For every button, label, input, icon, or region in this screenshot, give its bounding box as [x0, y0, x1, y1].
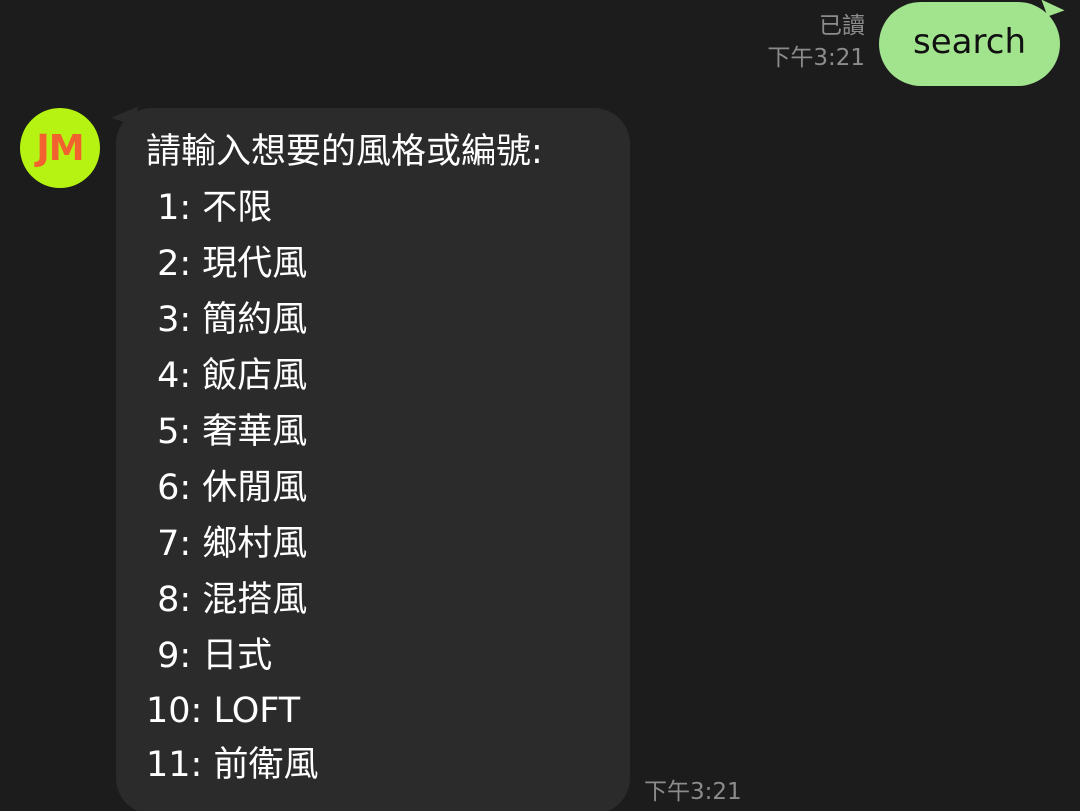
message-line-option: 10: LOFT	[146, 691, 301, 731]
chat-screen: 已讀 下午3:21 search JM 請輸入想要的風格或編號: 1: 不限 2…	[0, 0, 1080, 811]
message-line-option: 7: 鄉村風	[146, 524, 308, 564]
avatar-initials: JM	[36, 127, 84, 169]
incoming-timestamp: 下午3:21	[644, 779, 742, 805]
outgoing-message-meta: 已讀 下午3:21	[767, 10, 865, 74]
outgoing-timestamp: 下午3:21	[767, 45, 866, 71]
incoming-message: JM 請輸入想要的風格或編號: 1: 不限 2: 現代風 3: 簡約風 4: 飯…	[20, 108, 742, 811]
message-line-option: 2: 現代風	[146, 244, 308, 284]
message-line-option: 6: 休閒風	[146, 468, 308, 508]
message-line-option: 5: 奢華風	[146, 412, 308, 452]
message-line-option: 8: 混搭風	[146, 580, 308, 620]
outgoing-message-text: search	[913, 22, 1026, 62]
read-receipt: 已讀	[819, 13, 866, 39]
message-line-option: 3: 簡約風	[146, 300, 308, 340]
message-line-option: 9: 日式	[146, 636, 273, 676]
avatar[interactable]: JM	[20, 108, 100, 188]
outgoing-message-bubble[interactable]: search	[879, 2, 1060, 86]
incoming-message-bubble[interactable]: 請輸入想要的風格或編號: 1: 不限 2: 現代風 3: 簡約風 4: 飯店風 …	[116, 108, 630, 811]
message-line-option: 11: 前衛風	[146, 745, 319, 785]
message-line-option: 4: 飯店風	[146, 356, 308, 396]
message-line-prompt: 請輸入想要的風格或編號:	[146, 132, 543, 172]
message-line-option: 1: 不限	[146, 188, 273, 228]
outgoing-message: 已讀 下午3:21 search	[767, 0, 1060, 86]
